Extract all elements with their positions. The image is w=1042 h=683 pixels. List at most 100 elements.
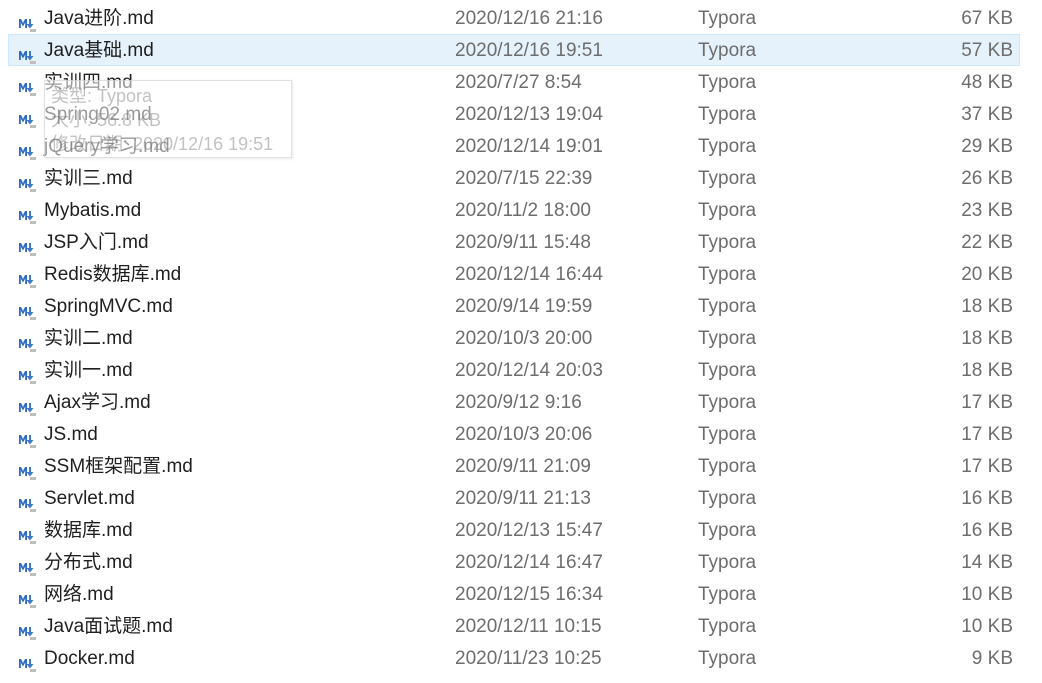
- file-tooltip: 类型: Typora 大小: 56.8 KB 修改日期: 2020/12/16 …: [44, 80, 292, 158]
- markdown-file-icon: [18, 619, 36, 640]
- file-name: Servlet.md: [44, 488, 135, 509]
- file-name: JSP入门.md: [44, 232, 149, 253]
- file-type: Typora: [698, 616, 757, 637]
- file-modified-date: 2020/10/3 20:06: [455, 424, 593, 445]
- file-type: Typora: [698, 40, 757, 61]
- file-modified-date: 2020/12/13 15:47: [455, 520, 603, 541]
- file-modified-date: 2020/9/11 15:48: [455, 232, 591, 253]
- file-type: Typora: [698, 520, 757, 541]
- file-modified-date: 2020/7/15 22:39: [455, 168, 593, 189]
- file-modified-date: 2020/11/23 10:25: [455, 648, 602, 669]
- file-name: SSM框架配置.md: [44, 456, 193, 477]
- file-name: Java面试题.md: [44, 616, 173, 637]
- file-row[interactable]: Docker.md 2020/11/23 10:25 Typora 9 KB: [8, 642, 1020, 674]
- file-row[interactable]: 数据库.md 2020/12/13 15:47 Typora 16 KB: [8, 514, 1020, 546]
- file-size: 48 KB: [961, 72, 1013, 93]
- file-modified-date: 2020/12/11 10:15: [455, 616, 602, 637]
- markdown-file-icon: [18, 555, 36, 576]
- tooltip-type: 类型: Typora: [51, 86, 153, 106]
- file-name: 分布式.md: [44, 552, 133, 573]
- file-size: 16 KB: [961, 488, 1013, 509]
- file-row[interactable]: Redis数据库.md 2020/12/14 16:44 Typora 20 KB: [8, 258, 1020, 290]
- file-row[interactable]: Java面试题.md 2020/12/11 10:15 Typora 10 KB: [8, 610, 1020, 642]
- file-modified-date: 2020/7/27 8:54: [455, 72, 582, 93]
- markdown-file-icon: [18, 171, 36, 192]
- markdown-file-icon: [18, 491, 36, 512]
- file-type: Typora: [698, 296, 757, 317]
- file-row[interactable]: 实训二.md 2020/10/3 20:00 Typora 18 KB: [8, 322, 1020, 354]
- file-name: 数据库.md: [44, 520, 133, 541]
- file-name: 实训一.md: [44, 360, 133, 381]
- file-size: 57 KB: [961, 40, 1013, 61]
- file-row[interactable]: 实训三.md 2020/7/15 22:39 Typora 26 KB: [8, 162, 1020, 194]
- file-size: 18 KB: [961, 296, 1013, 317]
- file-type: Typora: [698, 584, 757, 605]
- file-row[interactable]: JS.md 2020/10/3 20:06 Typora 17 KB: [8, 418, 1020, 450]
- file-size: 22 KB: [961, 232, 1013, 253]
- file-size: 17 KB: [961, 424, 1013, 445]
- file-row[interactable]: Mybatis.md 2020/11/2 18:00 Typora 23 KB: [8, 194, 1020, 226]
- tooltip-modified: 修改日期: 2020/12/16 19:51: [51, 134, 274, 154]
- file-type: Typora: [698, 72, 757, 93]
- file-modified-date: 2020/10/3 20:00: [455, 328, 593, 349]
- markdown-file-icon: [18, 267, 36, 288]
- markdown-file-icon: [18, 139, 36, 160]
- file-size: 9 KB: [971, 648, 1013, 669]
- file-size: 18 KB: [961, 328, 1013, 349]
- file-modified-date: 2020/9/11 21:13: [455, 488, 591, 509]
- file-size: 14 KB: [961, 552, 1013, 573]
- markdown-file-icon: [18, 43, 36, 64]
- markdown-file-icon: [18, 395, 36, 416]
- file-type: Typora: [698, 200, 757, 221]
- file-type: Typora: [698, 360, 757, 381]
- file-modified-date: 2020/12/15 16:34: [455, 584, 603, 605]
- markdown-file-icon: [18, 75, 36, 96]
- file-type: Typora: [698, 648, 757, 669]
- file-size: 26 KB: [961, 168, 1013, 189]
- file-type: Typora: [698, 8, 757, 29]
- file-modified-date: 2020/12/14 16:44: [455, 264, 603, 285]
- file-size: 17 KB: [961, 392, 1013, 413]
- file-name: Mybatis.md: [44, 200, 142, 221]
- file-row[interactable]: Java进阶.md 2020/12/16 21:16 Typora 67 KB: [8, 2, 1020, 34]
- markdown-file-icon: [18, 203, 36, 224]
- file-size: 37 KB: [961, 104, 1013, 125]
- file-modified-date: 2020/12/14 19:01: [455, 136, 603, 157]
- file-modified-date: 2020/12/14 16:47: [455, 552, 603, 573]
- file-row[interactable]: Java基础.md 2020/12/16 19:51 Typora 57 KB: [8, 34, 1020, 66]
- file-row[interactable]: 网络.md 2020/12/15 16:34 Typora 10 KB: [8, 578, 1020, 610]
- markdown-file-icon: [18, 523, 36, 544]
- file-name: JS.md: [44, 424, 98, 445]
- file-row[interactable]: SpringMVC.md 2020/9/14 19:59 Typora 18 KB: [8, 290, 1020, 322]
- markdown-file-icon: [18, 459, 36, 480]
- file-name: Docker.md: [44, 648, 135, 669]
- file-modified-date: 2020/9/11 21:09: [455, 456, 591, 477]
- file-row[interactable]: JSP入门.md 2020/9/11 15:48 Typora 22 KB: [8, 226, 1020, 258]
- markdown-file-icon: [18, 587, 36, 608]
- markdown-file-icon: [18, 107, 36, 128]
- file-type: Typora: [698, 424, 757, 445]
- file-row[interactable]: SSM框架配置.md 2020/9/11 21:09 Typora 17 KB: [8, 450, 1020, 482]
- file-size: 16 KB: [961, 520, 1013, 541]
- file-modified-date: 2020/9/14 19:59: [455, 296, 593, 317]
- file-size: 29 KB: [961, 136, 1013, 157]
- markdown-file-icon: [18, 11, 36, 32]
- tooltip-size: 大小: 56.8 KB: [51, 110, 162, 130]
- markdown-file-icon: [18, 363, 36, 384]
- file-row[interactable]: 分布式.md 2020/12/14 16:47 Typora 14 KB: [8, 546, 1020, 578]
- file-type: Typora: [698, 264, 757, 285]
- file-modified-date: 2020/12/14 20:03: [455, 360, 603, 381]
- markdown-file-icon: [18, 235, 36, 256]
- markdown-file-icon: [18, 651, 36, 672]
- file-modified-date: 2020/12/13 19:04: [455, 104, 603, 125]
- file-row[interactable]: 实训一.md 2020/12/14 20:03 Typora 18 KB: [8, 354, 1020, 386]
- file-type: Typora: [698, 104, 757, 125]
- file-type: Typora: [698, 168, 757, 189]
- file-name: 实训二.md: [44, 328, 133, 349]
- file-name: Ajax学习.md: [44, 392, 151, 413]
- markdown-file-icon: [18, 427, 36, 448]
- file-row[interactable]: Servlet.md 2020/9/11 21:13 Typora 16 KB: [8, 482, 1020, 514]
- file-size: 10 KB: [961, 616, 1013, 637]
- file-row[interactable]: Ajax学习.md 2020/9/12 9:16 Typora 17 KB: [8, 386, 1020, 418]
- file-size: 10 KB: [961, 584, 1013, 605]
